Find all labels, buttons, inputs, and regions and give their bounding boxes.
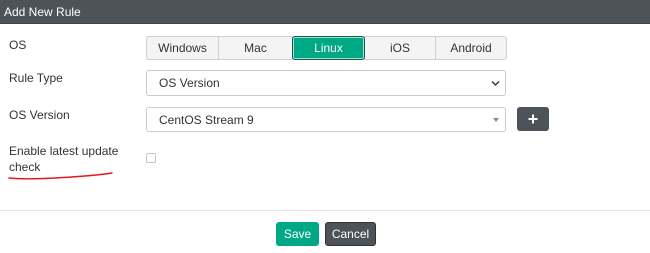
os-option-windows[interactable]: Windows [146,36,219,60]
red-underline-annotation [8,172,113,180]
os-option-android[interactable]: Android [435,36,507,60]
os-version-select[interactable]: CentOS Stream 9 [146,107,506,132]
os-option-mac[interactable]: Mac [218,36,293,60]
os-option-linux[interactable]: Linux [292,36,365,60]
caret-down-icon [493,118,499,122]
latest-update-checkbox[interactable] [146,153,156,163]
add-os-version-button[interactable] [517,107,549,131]
save-button[interactable]: Save [276,222,319,246]
plus-icon [528,114,538,124]
dialog-header: Add New Rule [0,0,650,24]
os-button-group: Windows Mac Linux iOS Android [146,36,507,60]
os-option-ios[interactable]: iOS [364,36,436,60]
os-version-value: CentOS Stream 9 [159,113,254,127]
rule-type-value: OS Version [159,76,220,90]
rule-type-label: Rule Type [9,71,63,85]
chevron-down-icon [491,81,500,86]
cancel-button[interactable]: Cancel [325,222,376,246]
footer-divider [0,210,650,211]
os-version-label: OS Version [9,108,70,122]
latest-update-label-line1: Enable latest update [9,144,119,158]
rule-type-select[interactable]: OS Version [146,70,506,96]
dialog-title: Add New Rule [4,5,81,19]
os-label: OS [9,38,27,52]
